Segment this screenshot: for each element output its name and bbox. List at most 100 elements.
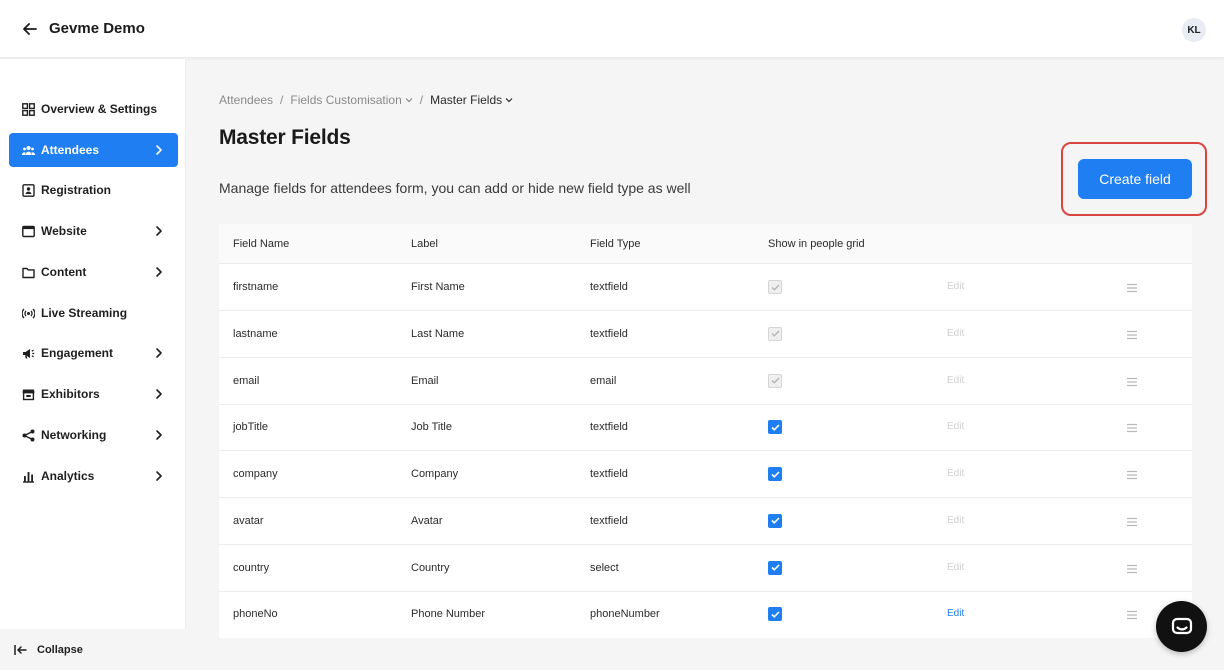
cell-field-name: phoneNo bbox=[233, 608, 278, 621]
checkmark-icon bbox=[771, 377, 780, 384]
drag-handle-icon[interactable] bbox=[1126, 470, 1138, 480]
collapse-label: Collapse bbox=[37, 643, 83, 656]
cell-field-type: textfield bbox=[590, 281, 628, 293]
breadcrumb-label: Master Fields bbox=[430, 93, 503, 107]
table-row: lastname Last Name textfield Edit bbox=[219, 311, 1192, 358]
people-icon bbox=[22, 144, 35, 157]
cell-field-type: textfield bbox=[590, 514, 628, 527]
breadcrumb-attendees[interactable]: Attendees bbox=[219, 93, 273, 107]
drag-handle-icon[interactable] bbox=[1126, 423, 1138, 433]
cell-label: Phone Number bbox=[411, 608, 485, 621]
table-header: Field Name Label Field Type Show in peop… bbox=[219, 224, 1192, 264]
sidebar-item-engagement[interactable]: Engagement bbox=[9, 336, 178, 370]
drag-handle-icon[interactable] bbox=[1126, 283, 1138, 293]
sidebar-item-website[interactable]: Website bbox=[9, 214, 178, 248]
drag-handle-icon[interactable] bbox=[1126, 610, 1138, 620]
sidebar-item-overview-settings[interactable]: Overview & Settings bbox=[9, 92, 178, 126]
badge-icon bbox=[22, 183, 35, 197]
cell-label: Company bbox=[411, 468, 459, 480]
table-row: company Company textfield Edit bbox=[219, 451, 1192, 498]
create-field-button[interactable]: Create field bbox=[1078, 159, 1192, 199]
sidebar-item-attendees[interactable]: Attendees bbox=[9, 133, 178, 167]
table-row: phoneNo Phone Number phoneNumber Edit bbox=[219, 591, 1192, 638]
chevron-right-icon bbox=[156, 145, 162, 155]
edit-link[interactable]: Edit bbox=[947, 375, 964, 386]
megaphone-icon bbox=[22, 347, 35, 360]
sidebar-item-label: Exhibitors bbox=[41, 387, 100, 401]
edit-link[interactable]: Edit bbox=[947, 515, 964, 526]
page-title: Master Fields bbox=[219, 126, 351, 149]
collapse-arrow-icon bbox=[14, 644, 27, 655]
cell-field-name: country bbox=[233, 561, 270, 574]
sidebar-item-networking[interactable]: Networking bbox=[9, 418, 178, 452]
edit-link[interactable]: Edit bbox=[947, 328, 964, 339]
edit-link[interactable]: Edit bbox=[947, 468, 964, 479]
checkmark-icon bbox=[771, 330, 780, 338]
sidebar-item-exhibitors[interactable]: Exhibitors bbox=[9, 377, 178, 411]
sidebar-item-label: Networking bbox=[41, 428, 107, 442]
table-row: jobTitle Job Title textfield Edit bbox=[219, 404, 1192, 452]
chevron-right-icon bbox=[156, 430, 162, 440]
chevron-right-icon bbox=[156, 348, 162, 358]
breadcrumb-separator: / bbox=[419, 93, 424, 107]
arrow-left-icon[interactable] bbox=[20, 19, 40, 39]
checkmark-icon bbox=[771, 284, 780, 291]
sidebar-item-registration[interactable]: Registration bbox=[9, 173, 178, 207]
page-description: Manage fields for attendees form, you ca… bbox=[219, 180, 691, 196]
checkmark-icon bbox=[770, 564, 780, 571]
show-in-grid-checkbox[interactable] bbox=[768, 560, 782, 575]
cell-field-name: jobTitle bbox=[233, 421, 269, 434]
drag-handle-icon[interactable] bbox=[1126, 377, 1138, 387]
top-bar: Gevme Demo KL bbox=[0, 0, 1224, 58]
cell-field-name: firstname bbox=[233, 281, 279, 293]
edit-link[interactable]: Edit bbox=[947, 608, 964, 619]
cell-label: First Name bbox=[411, 281, 465, 293]
breadcrumb-fields-customisation[interactable]: Fields Customisation bbox=[290, 93, 413, 107]
breadcrumb-separator: / bbox=[280, 93, 284, 107]
sidebar-item-label: Live Streaming bbox=[41, 306, 128, 320]
show-in-grid-checkbox bbox=[768, 280, 782, 294]
window-icon bbox=[22, 225, 35, 238]
sidebar-item-analytics[interactable]: Analytics bbox=[9, 459, 178, 493]
folder-icon bbox=[22, 266, 35, 279]
breadcrumb-label: Fields Customisation bbox=[290, 93, 402, 107]
chevron-down-icon bbox=[505, 98, 513, 103]
sidebar-item-content[interactable]: Content bbox=[9, 255, 178, 289]
edit-link[interactable]: Edit bbox=[947, 281, 964, 292]
breadcrumb-master-fields[interactable]: Master Fields bbox=[430, 93, 513, 107]
show-in-grid-checkbox[interactable] bbox=[768, 513, 782, 528]
show-in-grid-checkbox[interactable] bbox=[768, 420, 782, 435]
edit-link[interactable]: Edit bbox=[947, 421, 964, 432]
drag-handle-icon[interactable] bbox=[1126, 564, 1138, 574]
cell-field-type: textfield bbox=[590, 327, 628, 340]
cell-field-type: phoneNumber bbox=[590, 608, 660, 621]
chevron-right-icon bbox=[156, 267, 162, 277]
grid-icon bbox=[22, 102, 35, 116]
drag-handle-icon[interactable] bbox=[1126, 330, 1138, 340]
cell-field-name: company bbox=[233, 468, 278, 480]
show-in-grid-checkbox[interactable] bbox=[768, 607, 782, 622]
drag-handle-icon[interactable] bbox=[1126, 517, 1138, 527]
chevron-down-icon bbox=[405, 98, 413, 103]
sidebar-item-live-streaming[interactable]: Live Streaming bbox=[9, 296, 178, 330]
cell-field-type: textfield bbox=[590, 421, 628, 434]
breadcrumb: Attendees / Fields Customisation / Maste… bbox=[219, 93, 513, 107]
chevron-right-icon bbox=[156, 226, 162, 236]
show-in-grid-checkbox[interactable] bbox=[768, 467, 782, 481]
sidebar-item-label: Website bbox=[41, 224, 87, 238]
cell-label: Avatar bbox=[411, 514, 443, 527]
table-row: email Email email Edit bbox=[219, 358, 1192, 405]
collapse-button[interactable]: Collapse bbox=[0, 629, 186, 670]
cell-field-type: email bbox=[590, 374, 617, 387]
column-header-field-type: Field Type bbox=[590, 238, 641, 250]
cell-label: Job Title bbox=[411, 421, 452, 434]
edit-link[interactable]: Edit bbox=[947, 562, 964, 573]
sidebar-item-label: Overview & Settings bbox=[41, 102, 158, 116]
chat-widget-button[interactable] bbox=[1156, 601, 1207, 652]
cell-label: Country bbox=[411, 561, 450, 574]
bar-chart-icon bbox=[22, 470, 35, 483]
sidebar-item-label: Engagement bbox=[41, 346, 114, 360]
avatar[interactable]: KL bbox=[1182, 18, 1206, 42]
store-icon bbox=[22, 388, 35, 401]
sidebar-item-label: Content bbox=[41, 265, 87, 279]
